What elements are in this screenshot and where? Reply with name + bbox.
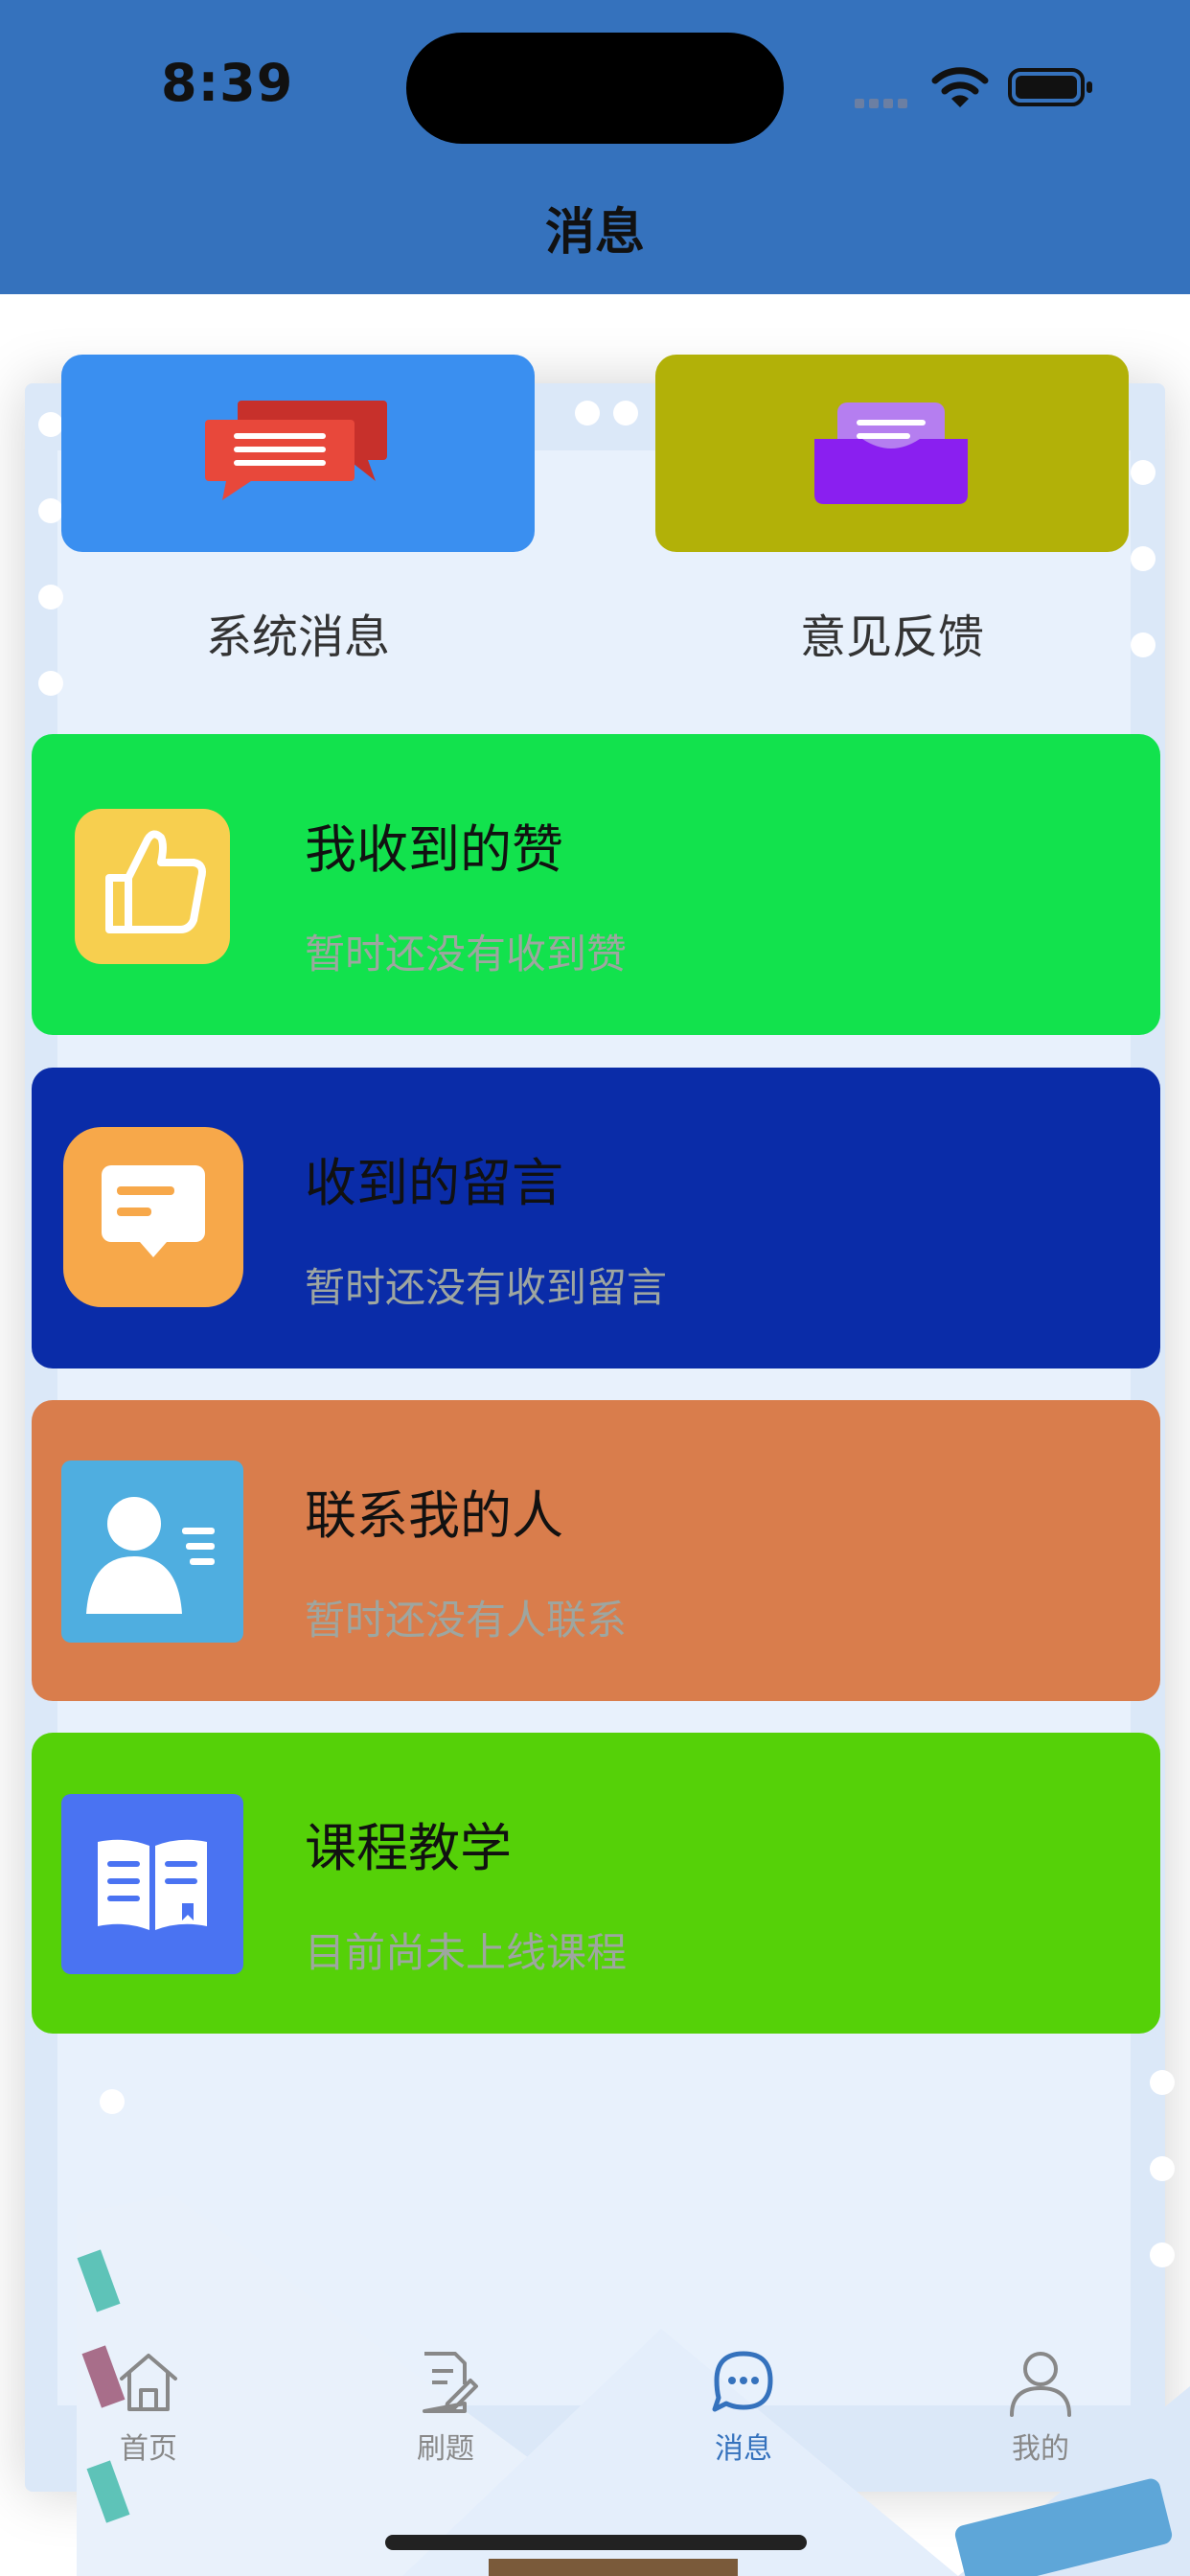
comments-icon-bg [63,1127,243,1307]
paper-scallop [38,498,63,523]
feedback-tile[interactable] [655,355,1129,552]
book-icon [98,1839,207,1930]
tab-practice[interactable]: 刷题 [350,2346,541,2467]
dynamic-island [406,33,784,144]
courses-icon-bg [61,1794,243,1974]
contacts-title: 联系我的人 [305,1485,563,1546]
likes-title: 我收到的赞 [305,819,563,880]
paper-scallop [613,401,638,426]
paper-scallop [1150,2070,1175,2095]
contacts-subtitle: 暂时还没有人联系 [305,1597,628,1644]
paper-scallop [575,401,600,426]
home-indicator[interactable] [385,2535,807,2550]
system-messages-label: 系统消息 [205,610,390,664]
person-icon [1010,2352,1071,2417]
paper-scallop [38,412,63,437]
message-icon [102,1165,205,1257]
battery-icon [1008,68,1092,106]
edit-document-icon [423,2352,478,2413]
feedback-label: 意见反馈 [799,610,984,664]
comments-title: 收到的留言 [305,1153,563,1213]
chat-bubbles-icon [205,401,387,500]
page-title: 消息 [544,204,645,262]
paper-scallop [38,671,63,696]
status-time: 8:39 [161,53,294,113]
tab-messages[interactable]: 消息 [648,2346,839,2467]
paper-scallop [100,2089,125,2114]
paper-scallop [38,585,63,610]
envelope-icon [814,402,968,504]
courses-title: 课程教学 [305,1818,512,1878]
paper-scallop [1131,546,1156,571]
likes-icon-bg [75,809,230,964]
tab-profile-label: 我的 [1012,2432,1069,2466]
tab-messages-label: 消息 [715,2432,772,2466]
tab-home[interactable]: 首页 [53,2346,244,2467]
paper-scallop [1131,460,1156,485]
system-messages-tile[interactable] [61,355,535,552]
thumbs-up-icon [105,830,206,933]
courses-subtitle: 目前尚未上线课程 [305,1929,628,1976]
tab-home-label: 首页 [120,2432,177,2466]
wifi-icon [931,67,989,107]
contacts-icon-bg [61,1460,243,1643]
tab-practice-label: 刷题 [417,2432,474,2466]
tab-profile[interactable]: 我的 [945,2346,1136,2467]
contact-card-icon [86,1497,215,1614]
home-icon [120,2354,177,2411]
comments-subtitle: 暂时还没有收到留言 [305,1264,668,1311]
paper-scallop [1131,632,1156,657]
likes-subtitle: 暂时还没有收到赞 [305,931,628,978]
chat-icon [712,2351,773,2412]
signal-icon [855,94,918,108]
